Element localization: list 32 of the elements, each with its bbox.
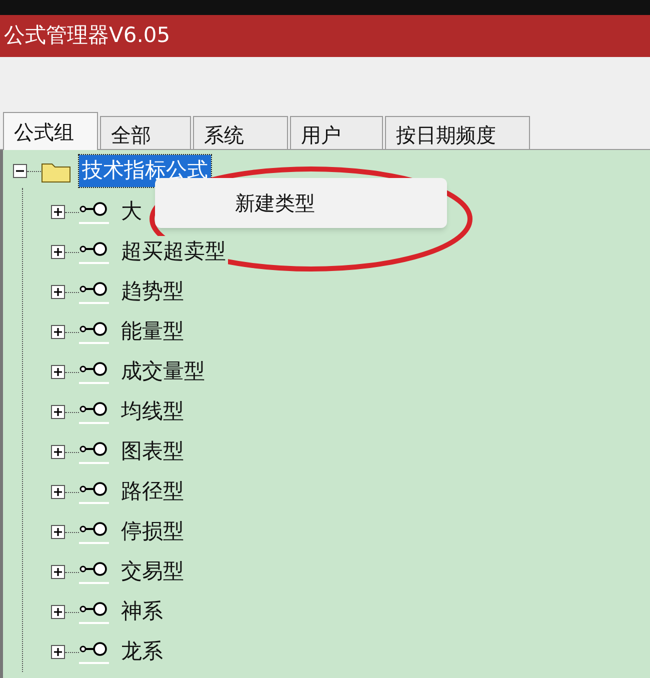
key-icon	[79, 439, 109, 465]
expand-icon[interactable]	[51, 485, 65, 499]
key-icon	[79, 519, 109, 545]
expand-icon[interactable]	[51, 405, 65, 419]
key-icon	[79, 359, 109, 385]
expand-icon[interactable]	[51, 605, 65, 619]
expand-icon[interactable]	[51, 365, 65, 379]
expand-icon[interactable]	[51, 245, 65, 259]
key-icon	[79, 559, 109, 585]
expand-icon[interactable]	[51, 325, 65, 339]
key-icon	[79, 399, 109, 425]
expand-icon[interactable]	[51, 285, 65, 299]
menu-item[interactable]: 新建类型	[155, 184, 447, 222]
expand-icon[interactable]	[51, 205, 65, 219]
expand-icon[interactable]	[51, 445, 65, 459]
expand-icon[interactable]	[51, 565, 65, 579]
expand-icon[interactable]	[51, 645, 65, 659]
key-icon	[79, 639, 109, 665]
window-title: 公式管理器V6.05	[4, 22, 170, 50]
tab[interactable]: 用户	[290, 116, 383, 149]
key-icon	[79, 239, 109, 265]
expand-icon[interactable]	[51, 525, 65, 539]
tab[interactable]: 公式组	[3, 112, 98, 150]
tab[interactable]: 全部	[100, 116, 191, 149]
key-icon	[79, 479, 109, 505]
key-icon	[79, 319, 109, 345]
key-icon	[79, 599, 109, 625]
tab[interactable]: 系统	[193, 116, 288, 149]
collapse-icon[interactable]	[13, 164, 27, 178]
tab[interactable]: 按日期频度	[385, 116, 530, 149]
key-icon	[79, 279, 109, 305]
key-icon	[79, 199, 109, 225]
